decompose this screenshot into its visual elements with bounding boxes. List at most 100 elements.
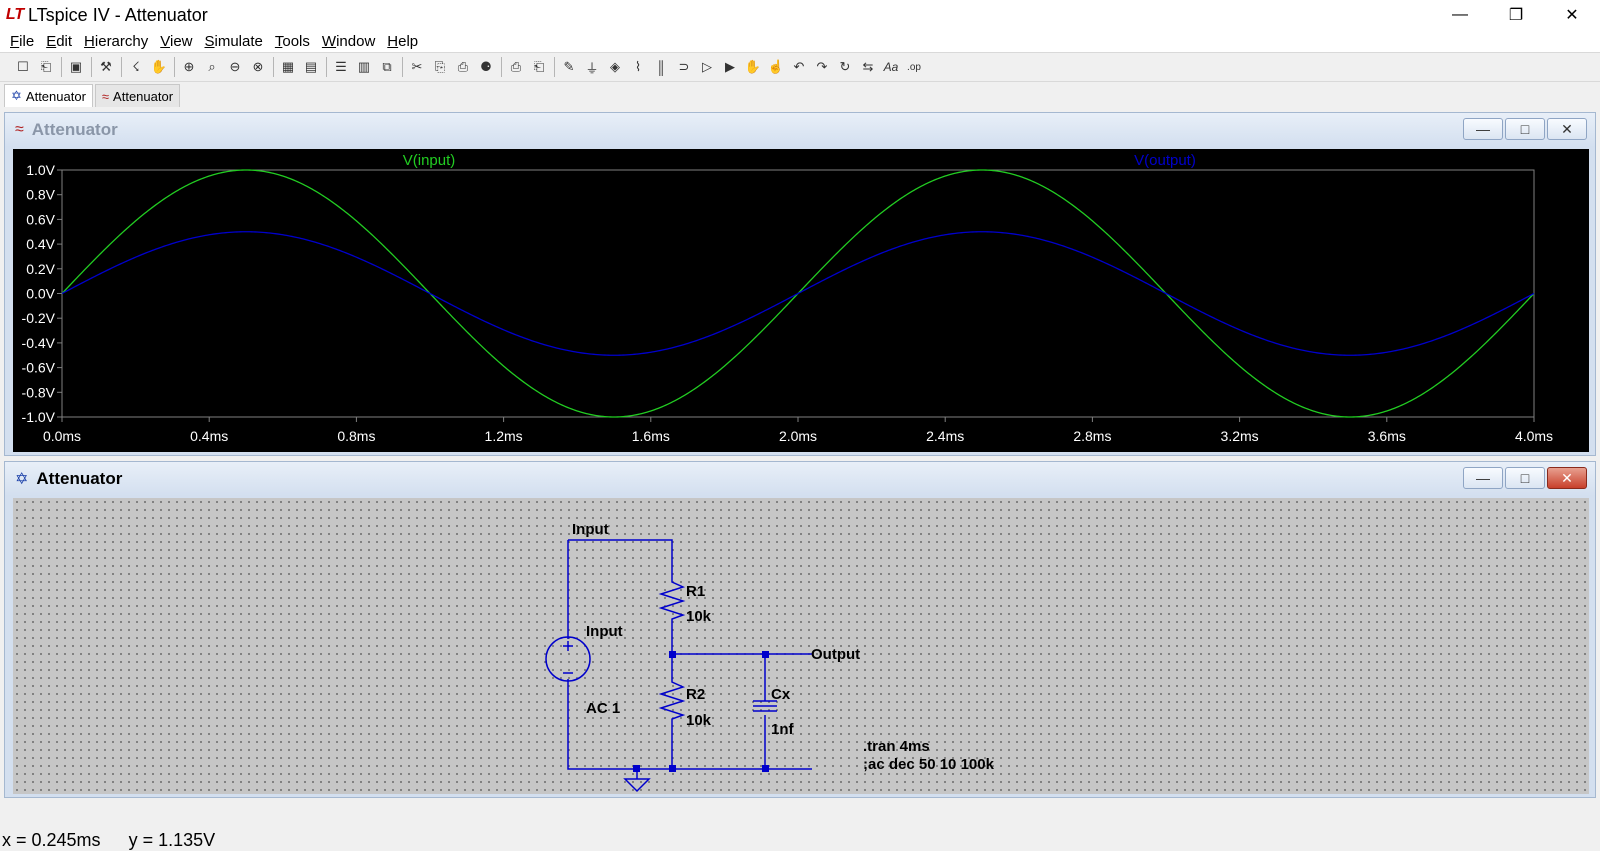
- tile-vertical-icon[interactable]: ▥: [353, 56, 375, 78]
- schematic-window-title: Attenuator: [36, 469, 123, 488]
- paste-icon[interactable]: ⎙: [452, 56, 474, 78]
- toolbar: ☐ ⎗ ▣ ⚒ ☇ ✋ ⊕ ⌕ ⊖ ⊗ ▦ ▤ ☰ ▥ ⧉ ✂ ⎘ ⎙ ⚈ ⎙ ⎗ ✎ ⏚ ◈ ⌇ ║ ⊃ ▷ ▶ ✋ ☝ ↶ ↷ ↻ ⇆ Aa .op: [0, 52, 1600, 82]
- resistor-r1[interactable]: [658, 578, 686, 621]
- autorange-icon[interactable]: ▦: [277, 56, 299, 78]
- waveform-window-titlebar[interactable]: ≈ Attenuator: [5, 113, 1595, 147]
- y-tick-label: 0.8V: [26, 187, 55, 203]
- tab-waveform[interactable]: ≈ Attenuator: [94, 84, 181, 107]
- tab-schematic[interactable]: ✡ Attenuator: [4, 84, 93, 107]
- ground-symbol[interactable]: [623, 769, 651, 793]
- component-icon[interactable]: ▶: [719, 56, 741, 78]
- title-bar: LT LTspice IV - Attenuator — ❐ ✕: [0, 0, 1600, 30]
- menu-file[interactable]: File: [4, 33, 40, 50]
- open-icon[interactable]: ⎗: [35, 56, 57, 78]
- waveform-chart[interactable]: 1.0V 0.8V 0.6V 0.4V 0.2V 0.0V -0.2V -0.4V -0.6V -…: [13, 149, 1589, 452]
- y-tick-label: 0.2V: [26, 261, 55, 277]
- schematic-window-titlebar[interactable]: ✡ Attenuator: [5, 462, 1595, 496]
- redo-icon[interactable]: ↷: [811, 56, 833, 78]
- cx-name[interactable]: Cx: [771, 686, 791, 703]
- y-tick-label: 1.0V: [26, 162, 55, 178]
- menu-view[interactable]: View: [154, 33, 198, 50]
- waveform-close-button[interactable]: ✕: [1547, 118, 1587, 140]
- x-tick-label: 1.6ms: [632, 428, 670, 444]
- restore-button[interactable]: ❐: [1488, 0, 1544, 30]
- menu-tools[interactable]: Tools: [269, 33, 316, 50]
- schematic-drawing[interactable]: Input Input AC 1 R1 10k R2 10k Cx 1nf Ou…: [13, 498, 1589, 794]
- close-button[interactable]: ✕: [1544, 0, 1600, 30]
- find-icon[interactable]: ⚈: [475, 56, 497, 78]
- net-label-output[interactable]: Output: [811, 646, 860, 663]
- resistor-icon[interactable]: ⌇: [627, 56, 649, 78]
- net-label-input[interactable]: Input: [572, 521, 609, 538]
- menu-edit[interactable]: Edit: [40, 33, 78, 50]
- halt-icon[interactable]: ✋: [148, 56, 170, 78]
- zoom-in-icon[interactable]: ⊕: [178, 56, 200, 78]
- print-setup-icon[interactable]: ⎗: [528, 56, 550, 78]
- trace-label-vinput[interactable]: V(input): [403, 152, 456, 169]
- ground-icon[interactable]: ⏚: [581, 56, 603, 78]
- drag-icon[interactable]: ☝: [765, 56, 787, 78]
- zoom-pan-icon[interactable]: ⌕: [201, 56, 223, 78]
- toolbar-separator: [174, 57, 175, 77]
- toolbar-separator: [61, 57, 62, 77]
- zoom-cancel-icon[interactable]: ⊗: [247, 56, 269, 78]
- r1-name[interactable]: R1: [686, 583, 705, 600]
- y-tick-label: -0.6V: [22, 360, 56, 376]
- spice-directive-icon[interactable]: .op: [903, 56, 925, 78]
- spice-directive-tran[interactable]: .tran 4ms: [863, 738, 930, 755]
- capacitor-icon[interactable]: ║: [650, 56, 672, 78]
- x-tick-label: 0.8ms: [337, 428, 375, 444]
- schematic-close-button[interactable]: ✕: [1547, 467, 1587, 489]
- waveform-plot[interactable]: 1.0V 0.8V 0.6V 0.4V 0.2V 0.0V -0.2V -0.4V -0.6V -…: [13, 149, 1589, 452]
- source-name[interactable]: Input: [586, 623, 623, 640]
- waveform-maximize-button[interactable]: □: [1505, 118, 1545, 140]
- schematic-minimize-button[interactable]: —: [1463, 467, 1503, 489]
- wire-icon[interactable]: ✎: [558, 56, 580, 78]
- schematic-canvas[interactable]: Input Input AC 1 R1 10k R2 10k Cx 1nf Ou…: [13, 498, 1589, 794]
- run-icon[interactable]: ☇: [125, 56, 147, 78]
- trace-label-voutput[interactable]: V(output): [1134, 152, 1196, 169]
- spice-directive-ac[interactable]: ;ac dec 50 10 100k: [863, 756, 995, 773]
- cx-value[interactable]: 1nf: [771, 721, 795, 738]
- save-icon[interactable]: ▣: [65, 56, 87, 78]
- menu-simulate[interactable]: Simulate: [199, 33, 269, 50]
- r1-value[interactable]: 10k: [686, 608, 712, 625]
- waveform-minimize-button[interactable]: —: [1463, 118, 1503, 140]
- label-net-icon[interactable]: ◈: [604, 56, 626, 78]
- move-icon[interactable]: ✋: [742, 56, 764, 78]
- wire[interactable]: [568, 539, 673, 578]
- schematic-maximize-button[interactable]: □: [1505, 467, 1545, 489]
- cut-icon[interactable]: ✂: [406, 56, 428, 78]
- inductor-icon[interactable]: ⊃: [673, 56, 695, 78]
- menu-help[interactable]: Help: [381, 33, 424, 50]
- cascade-icon[interactable]: ⧉: [376, 56, 398, 78]
- minimize-button[interactable]: —: [1432, 0, 1488, 30]
- schematic-icon: ✡: [15, 471, 29, 488]
- diode-icon[interactable]: ▷: [696, 56, 718, 78]
- junction-dot: [762, 765, 769, 772]
- menu-window[interactable]: Window: [316, 33, 381, 50]
- zoom-out-icon[interactable]: ⊖: [224, 56, 246, 78]
- x-tick-label: 0.0ms: [43, 428, 81, 444]
- add-plot-pane-icon[interactable]: ▤: [300, 56, 322, 78]
- resistor-r2[interactable]: [658, 678, 686, 725]
- source-value[interactable]: AC 1: [586, 700, 620, 717]
- waveform-window-title: Attenuator: [31, 120, 118, 139]
- rotate-icon[interactable]: ↻: [834, 56, 856, 78]
- y-tick-label: 0.4V: [26, 236, 55, 252]
- mirror-icon[interactable]: ⇆: [857, 56, 879, 78]
- text-icon[interactable]: Aa: [880, 56, 902, 78]
- tile-horizontal-icon[interactable]: ☰: [330, 56, 352, 78]
- series-line-voutput[interactable]: [61, 231, 1535, 356]
- r2-value[interactable]: 10k: [686, 712, 712, 729]
- x-tick-label: 4.0ms: [1515, 428, 1553, 444]
- new-schematic-icon[interactable]: ☐: [12, 56, 34, 78]
- print-icon[interactable]: ⎙: [505, 56, 527, 78]
- r2-name[interactable]: R2: [686, 686, 705, 703]
- copy-icon[interactable]: ⎘: [429, 56, 451, 78]
- ltspice-logo-icon: LT: [5, 6, 25, 23]
- menu-bar: File Edit Hierarchy View Simulate Tools …: [0, 30, 1600, 52]
- undo-icon[interactable]: ↶: [788, 56, 810, 78]
- control-panel-icon[interactable]: ⚒: [95, 56, 117, 78]
- menu-hierarchy[interactable]: Hierarchy: [78, 33, 154, 50]
